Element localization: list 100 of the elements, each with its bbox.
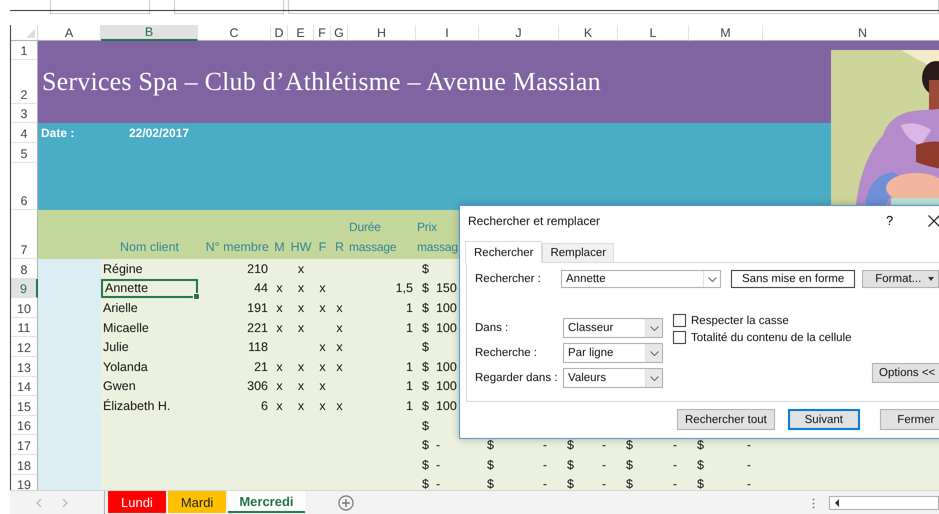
row-header[interactable]: 9 [11, 278, 38, 298]
row-header[interactable]: 6 [11, 163, 38, 210]
row-header[interactable]: 16 [11, 416, 38, 436]
table-cell: $ [697, 458, 704, 472]
table-cell: - [436, 438, 440, 452]
column-header[interactable]: A [38, 25, 101, 41]
table-cell: $ [422, 320, 429, 335]
table-cell-text: x [296, 358, 306, 376]
row-header[interactable]: 2 [11, 60, 38, 104]
row-header[interactable]: 17 [11, 435, 38, 455]
column-header[interactable]: J [479, 25, 559, 41]
table-cell: 100 [436, 360, 457, 374]
dialog-tab[interactable]: Remplacer [542, 243, 614, 262]
table-cell: $ [422, 281, 429, 296]
more-icon[interactable] [812, 498, 815, 508]
table-cell: - [746, 477, 751, 490]
table-cell-text: 1 [405, 320, 414, 337]
row-header[interactable]: 3 [11, 104, 38, 123]
dropdown-caret-icon[interactable] [708, 276, 716, 282]
dropdown-caret-icon[interactable] [650, 376, 658, 380]
row-header[interactable]: 5 [11, 143, 38, 163]
table-cell-text: Julie [102, 339, 130, 356]
row-header[interactable]: 1 [11, 41, 38, 60]
option-dropdown[interactable]: Valeurs [563, 368, 663, 388]
sheet-tab[interactable]: Mercredi [228, 491, 305, 513]
row-header[interactable]: 19 [11, 474, 38, 490]
table-cell-text: x [275, 358, 284, 376]
option-dropdown[interactable]: Classeur [563, 318, 663, 338]
table-cell: $ [422, 458, 429, 472]
table-cell-text: 44 [253, 280, 269, 298]
table-cell: $ [487, 438, 494, 452]
dialog-button[interactable]: Fermer [880, 409, 939, 430]
column-header[interactable]: G [331, 25, 348, 41]
checkbox[interactable] [673, 314, 686, 327]
column-header[interactable]: L [618, 25, 689, 41]
row-header[interactable]: 7 [11, 210, 38, 259]
sheet-tab[interactable]: Mardi [168, 491, 226, 513]
table-cell-text: x [275, 320, 284, 337]
horizontal-scrollbar[interactable] [829, 496, 939, 510]
row-header[interactable]: 15 [11, 396, 38, 416]
table-cell: $ [422, 379, 429, 394]
table-cell-text: Micaelle [102, 320, 150, 337]
format-button[interactable]: Format... [862, 270, 939, 288]
row-header[interactable]: 4 [11, 123, 38, 143]
row-header[interactable]: 18 [11, 454, 38, 475]
column-header[interactable]: M [689, 25, 763, 41]
table-cell: $ [487, 477, 494, 490]
table-cell: $ [422, 262, 429, 276]
name-box[interactable] [50, 0, 150, 14]
table-cell-text: Gwen [102, 378, 137, 396]
row-header[interactable]: 11 [11, 318, 38, 338]
column-header[interactable]: D [271, 25, 288, 41]
column-header[interactable]: H [348, 25, 416, 41]
function-box[interactable] [174, 0, 284, 14]
table-cell-text: x [335, 320, 344, 337]
option-dropdown[interactable]: Par ligne [563, 343, 663, 363]
table-cell: $ [626, 458, 633, 472]
table-cell: 150 [436, 281, 457, 296]
options-button[interactable]: Options << [872, 363, 939, 383]
formula-field[interactable] [288, 0, 939, 14]
scroll-left-icon[interactable] [835, 499, 840, 507]
add-sheet-icon[interactable] [338, 495, 354, 511]
row-header[interactable]: 13 [11, 356, 38, 377]
find-combobox[interactable]: Annette [561, 270, 721, 288]
column-header[interactable]: N [763, 25, 939, 41]
help-button[interactable]: ? [886, 213, 894, 228]
column-header[interactable]: E [288, 25, 314, 41]
close-icon[interactable] [928, 215, 939, 227]
sheet-tab[interactable]: Lundi [108, 491, 166, 513]
column-heading: M [274, 239, 285, 256]
table-cell: - [602, 438, 606, 452]
table-cell-text: Yolanda [102, 358, 149, 376]
table-cell-text: 306 [246, 378, 269, 396]
table-cell-text: 1,5 [394, 280, 414, 298]
table-cell-text: 1 [405, 398, 414, 415]
dialog-button[interactable]: Suivant [788, 409, 860, 430]
row-header[interactable]: 8 [11, 259, 38, 279]
dropdown-caret-icon[interactable] [650, 326, 658, 330]
row-header[interactable]: 14 [11, 376, 38, 396]
row-header[interactable]: 10 [11, 298, 38, 318]
table-cell-text: 21 [253, 358, 269, 376]
table-cell: $ [567, 438, 574, 452]
column-header[interactable]: C [198, 25, 271, 41]
table-cell: - [746, 438, 751, 452]
dialog-button[interactable]: Rechercher tout [677, 409, 775, 430]
active-cell: Annette [101, 278, 198, 298]
dropdown-caret-icon [928, 277, 934, 281]
dropdown-caret-icon[interactable] [650, 350, 658, 356]
find-label: Rechercher : [475, 273, 542, 285]
column-header[interactable]: F [314, 25, 331, 41]
column-header[interactable]: B [101, 25, 198, 41]
checkbox[interactable] [673, 331, 686, 344]
table-cell: - [542, 438, 547, 452]
column-header[interactable]: K [559, 25, 618, 41]
column-header[interactable]: I [416, 25, 479, 41]
table-cell-text: x [275, 300, 284, 317]
dialog-tab[interactable]: Rechercher [465, 241, 542, 263]
row-header[interactable]: 12 [11, 337, 38, 357]
table-cell: $ [697, 477, 704, 490]
table-cell: - [602, 458, 606, 472]
